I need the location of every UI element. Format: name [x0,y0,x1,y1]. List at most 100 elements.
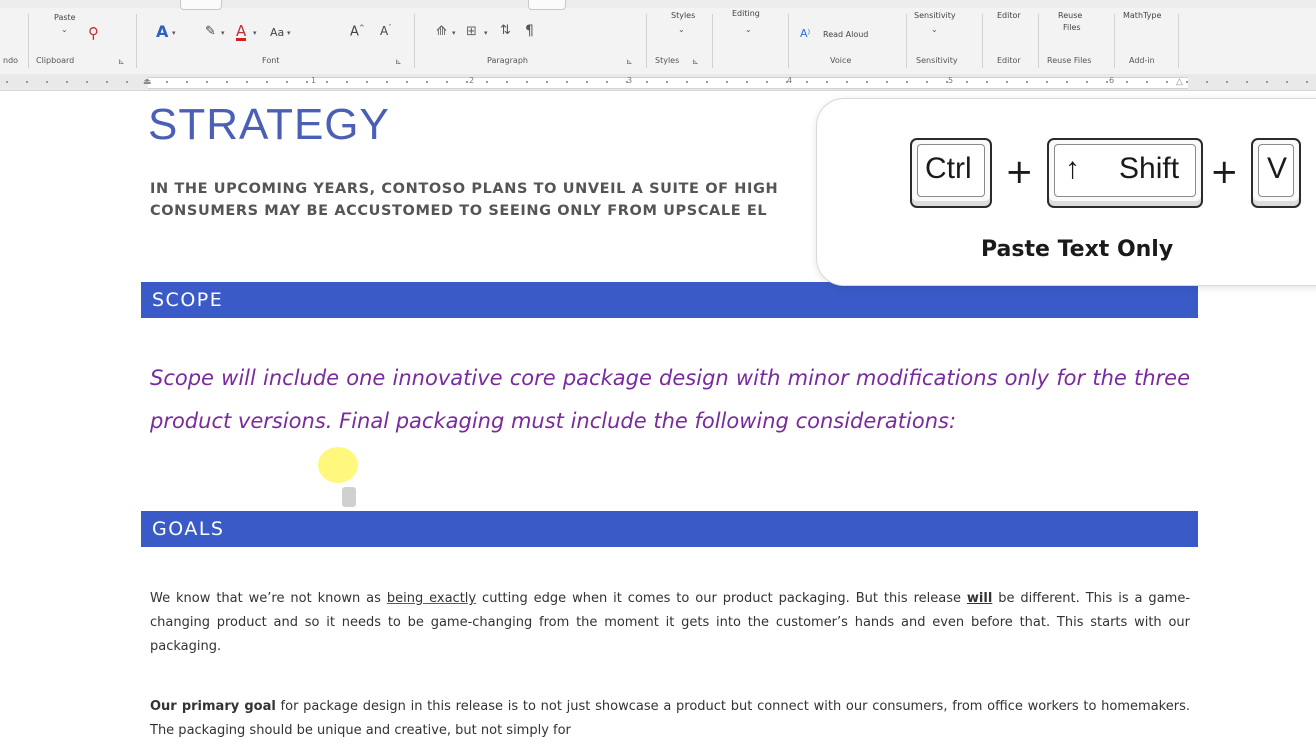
ruler-tick [1126,81,1128,83]
shift-arrow-icon: ↑ [1065,152,1080,185]
paragraph-launcher-icon[interactable]: ⊾ [626,57,633,66]
text-run: We know that we’re not known as [150,591,387,606]
ruler-tick [1286,81,1288,83]
group-separator [712,14,713,68]
intro-line: IN THE UPCOMING YEARS, CONTOSO PLANS TO … [150,181,779,197]
ruler-tick [66,81,68,83]
cursor-highlight [318,447,358,483]
text-effects-icon[interactable]: A [156,24,168,40]
ruler-tick [746,81,748,83]
goals-paragraph-1: We know that we’re not known as being ex… [150,587,1190,659]
ruler-tick [346,81,348,83]
ruler-tick [946,81,948,83]
paragraph-group-label: Paragraph [487,56,528,65]
pilcrow-icon[interactable]: ¶ [525,24,534,38]
reuse-files-group-label: Reuse Files [1047,56,1092,65]
paragraph-box-edge[interactable] [528,0,566,10]
ruler-tick [326,81,328,83]
ruler-tick [1086,81,1088,83]
format-painter-icon[interactable]: ⚲ [88,26,99,41]
text-run: cutting edge when it comes to our produc… [476,591,967,606]
sort-icon[interactable]: ⇅ [500,24,511,37]
paste-label: Paste [54,13,76,22]
group-separator [1038,14,1039,68]
scope-heading: SCOPE [152,289,224,311]
ruler-tick [486,81,488,83]
ruler-tick [1306,81,1308,83]
clipboard-launcher-icon[interactable]: ⊾ [118,57,125,66]
ruler-number: 5 [948,76,954,85]
chevron-down-icon[interactable]: ▾ [221,30,225,37]
grow-font-icon[interactable]: A^ [350,25,365,39]
ruler-tick [466,81,468,83]
ruler-tick [1066,81,1068,83]
ruler-tick [86,81,88,83]
editor-button[interactable]: Editor [997,11,1021,20]
shrink-font-icon[interactable]: Aˇ [380,25,392,38]
clipboard-group-label: Clipboard [36,56,75,65]
group-separator [28,14,29,68]
bold-text: Our primary goal [150,699,276,714]
read-aloud-label: Read Aloud [823,30,869,39]
ruler-tick [786,81,788,83]
ruler-tick [246,81,248,83]
goals-heading: GOALS [152,518,225,540]
ruler-tick [1246,81,1248,83]
reuse-files-label-line2: Files [1063,23,1081,32]
plus-sign: + [1210,152,1239,192]
font-color-icon[interactable]: A [236,24,247,41]
shading-icon[interactable]: ⟰ [436,25,447,38]
horizontal-ruler[interactable]: ⏏ △ 1 2 3 4 5 6 [0,74,1316,91]
group-separator [414,14,415,68]
ruler-tick [846,81,848,83]
read-aloud-icon: A⁾ [800,27,811,40]
change-case-icon[interactable]: Aa [270,27,284,38]
ruler-tick [766,81,768,83]
ruler-tick [686,81,688,83]
mathtype-button[interactable]: MathType [1123,11,1161,20]
ruler-tick [646,81,648,83]
ruler-tick [986,81,988,83]
intro-paragraph: IN THE UPCOMING YEARS, CONTOSO PLANS TO … [150,178,930,222]
ruler-number: 2 [469,76,475,85]
ruler-tick [886,81,888,83]
ruler-tick [1106,81,1108,83]
ruler-tick [106,81,108,83]
ruler-tick [926,81,928,83]
ruler-tick [366,81,368,83]
ruler-tick [406,81,408,83]
ruler-tick [6,81,8,83]
ruler-tick [586,81,588,83]
borders-icon[interactable]: ⊞ [466,25,477,38]
font-name-box-edge[interactable] [180,0,222,10]
ruler-tick [186,81,188,83]
ruler-tick [1266,81,1268,83]
font-launcher-icon[interactable]: ⊾ [395,57,402,66]
sensitivity-label: Sensitivity [914,11,956,20]
ruler-tick [1146,81,1148,83]
styles-launcher-icon[interactable]: ⊾ [692,57,699,66]
group-separator [646,14,647,68]
shift-key: ↑ Shift [1047,138,1203,208]
ruler-tick [386,81,388,83]
chevron-down-icon[interactable]: ▾ [484,30,488,37]
right-indent-marker-icon[interactable]: △ [1176,76,1183,87]
chevron-down-icon[interactable]: ▾ [287,30,291,37]
chevron-down-icon: ⌄ [931,25,938,34]
editing-label: Editing [732,9,760,18]
plus-sign: + [1005,152,1034,192]
ruler-tick [266,81,268,83]
document-title: STRATEGY [148,100,390,149]
ruler-tick [666,81,668,83]
change-case-label: Aa [270,26,285,39]
chevron-down-icon[interactable]: ▾ [172,30,176,37]
chevron-down-icon[interactable]: ▾ [452,30,456,37]
v-key-label: V [1267,152,1288,185]
shift-key-label: Shift [1119,152,1180,185]
chevron-down-icon[interactable]: ▾ [253,30,257,37]
ruler-tick [46,81,48,83]
sensitivity-group-label: Sensitivity [916,56,958,65]
highlighter-icon[interactable]: ✎ [205,25,216,38]
group-separator [1114,14,1115,68]
ruler-tick [506,81,508,83]
